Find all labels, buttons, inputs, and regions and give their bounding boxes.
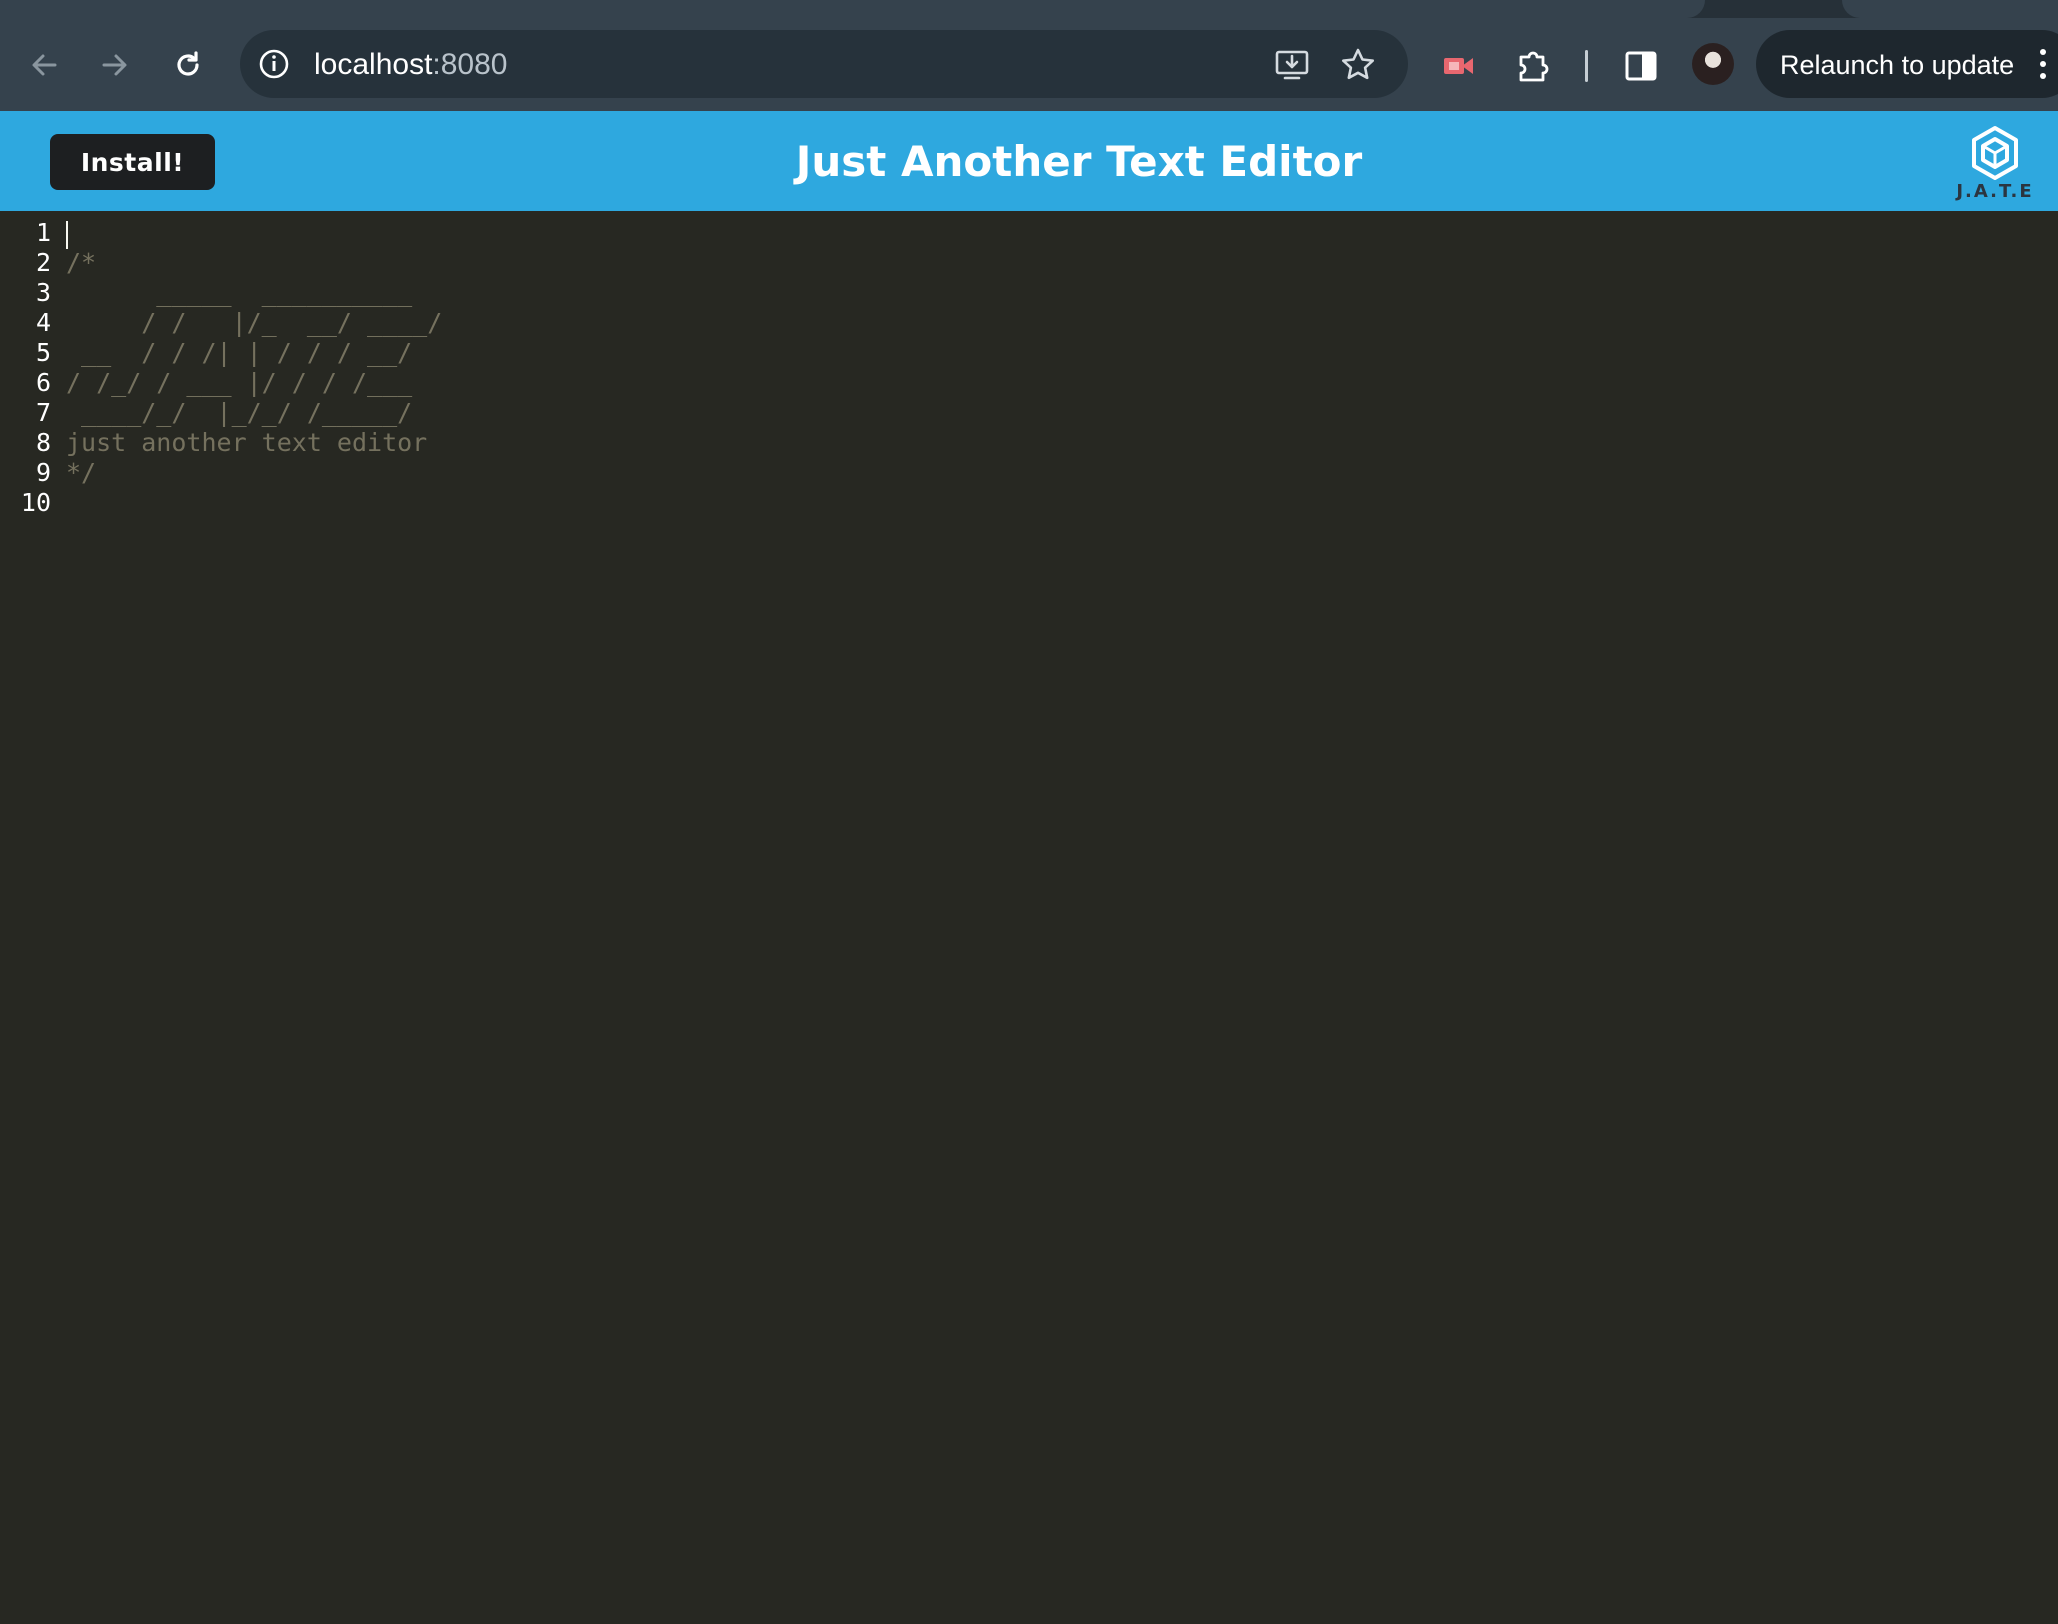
line-number: 3 — [35, 278, 51, 307]
line-number: 4 — [35, 308, 51, 337]
line-number: 1 — [35, 218, 51, 247]
code-line[interactable]: _____ __________ — [66, 278, 442, 308]
info-icon[interactable] — [257, 47, 291, 81]
browser-toolbar: localhost:8080 Relaunch to update — [0, 18, 2058, 111]
install-button[interactable]: Install! — [50, 134, 215, 190]
code-line[interactable] — [66, 218, 442, 248]
url-text[interactable]: localhost:8080 — [314, 48, 507, 82]
bookmark-star-icon[interactable] — [1340, 47, 1376, 83]
back-arrow-icon[interactable] — [27, 48, 61, 82]
code-editor[interactable]: 1 2 3 4 5 6 7 8 9 10 /* _____ __________… — [0, 211, 2058, 1624]
avatar[interactable] — [1692, 43, 1734, 85]
line-number: 9 — [35, 458, 51, 487]
line-number: 10 — [20, 488, 51, 517]
code-line[interactable]: / / |/_ __/ ____/ — [66, 308, 442, 338]
url-port: :8080 — [432, 48, 508, 81]
line-number: 8 — [35, 428, 51, 457]
relaunch-button[interactable]: Relaunch to update — [1756, 30, 2058, 98]
browser-chrome: localhost:8080 Relaunch to update — [0, 0, 2058, 111]
cube-logo-icon — [1972, 126, 2018, 180]
code-line[interactable] — [66, 488, 442, 518]
code-content[interactable]: /* _____ __________ / / |/_ __/ ____/ __… — [66, 218, 442, 518]
active-tab[interactable] — [0, 0, 1705, 18]
jate-logo: J.A.T.E — [1945, 123, 2045, 213]
line-number: 5 — [35, 338, 51, 367]
relaunch-label: Relaunch to update — [1780, 50, 2015, 80]
extension-red-icon[interactable] — [1440, 48, 1476, 84]
text-cursor — [66, 221, 68, 249]
tab-strip — [0, 0, 2058, 18]
code-line[interactable]: /* — [66, 248, 442, 278]
puzzle-extensions-icon[interactable] — [1515, 48, 1551, 84]
app-title: Just Another Text Editor — [795, 137, 1363, 186]
code-line[interactable]: just another text editor — [66, 428, 442, 458]
code-line[interactable]: ____/_/ |_/_/ /_____/ — [66, 398, 442, 428]
line-number: 6 — [35, 368, 51, 397]
toolbar-divider — [1585, 50, 1588, 82]
inactive-tab[interactable] — [1842, 0, 2058, 18]
side-panel-icon[interactable] — [1623, 48, 1659, 84]
address-bar[interactable]: localhost:8080 — [240, 30, 1408, 98]
install-app-icon[interactable] — [1274, 47, 1310, 83]
line-number: 7 — [35, 398, 51, 427]
line-number: 2 — [35, 248, 51, 277]
logo-text: J.A.T.E — [1956, 181, 2034, 202]
reload-icon[interactable] — [171, 48, 205, 82]
code-line[interactable]: / /_/ / ___ |/ / / /___ — [66, 368, 442, 398]
line-number-gutter: 1 2 3 4 5 6 7 8 9 10 — [0, 218, 58, 518]
code-line[interactable]: __ / / /| | / / / __/ — [66, 338, 442, 368]
forward-arrow-icon[interactable] — [98, 48, 132, 82]
app-header: Install! Just Another Text Editor J.A.T.… — [0, 111, 2058, 211]
url-host: localhost — [314, 48, 433, 81]
code-line[interactable]: */ — [66, 458, 442, 488]
kebab-menu-icon[interactable] — [2036, 46, 2050, 82]
